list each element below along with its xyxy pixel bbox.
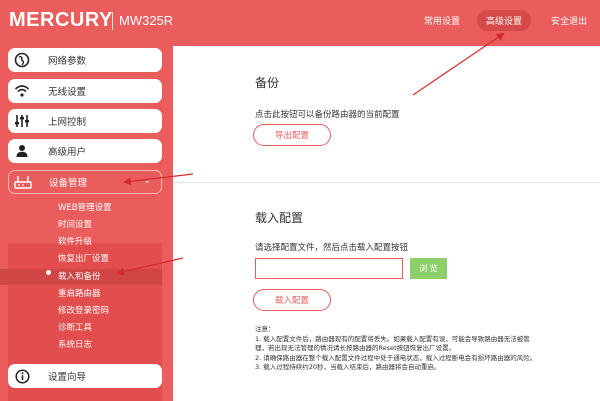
sidebar-item-label: 无线设置 [48,87,87,98]
notes-block: 注意： 1. 载入配置文件后，路由器现有的配置将丢失。如果载入配置有误，可能会导… [255,325,595,373]
nav-logout[interactable]: 安全退出 [551,14,587,27]
sidebar: 网络参数 无线设置 上网控制 高级用户 设备管理 ⌄ WEB管理设置 时间设置 … [0,46,172,401]
sidebar-item-label: 设置向导 [48,372,87,383]
router-icon [9,170,37,194]
notes-line: 3. 载入过程持续约20秒，当载入结束后，路由器将会自动重启。 [255,363,441,372]
top-bar: MERCURY MW325R 常用设置 高级设置 安全退出 [0,0,600,44]
chevron-down-icon: ⌄ [143,176,151,186]
sidebar-item-label: 高级用户 [48,147,87,158]
submenu-diagnostics[interactable]: 诊断工具 [58,321,92,333]
restore-description: 请选择配置文件，然后点击载入配置按钮 [255,243,409,253]
submenu-backup-restore[interactable]: 载入和备份 [58,270,101,282]
sliders-icon [8,109,36,133]
config-file-input[interactable] [255,258,403,279]
brand-logo: MERCURY [9,9,113,31]
nav-advanced-settings[interactable]: 高级设置 [477,10,532,31]
nav-common-settings[interactable]: 常用设置 [424,14,460,27]
export-config-button[interactable]: 导出配置 [253,124,331,146]
backup-description: 点击此按钮可以备份路由器的当前配置 [255,110,400,120]
load-config-button[interactable]: 载入配置 [253,289,331,311]
globe-icon [8,48,36,72]
wifi-icon [8,79,36,103]
submenu-factory-reset[interactable]: 恢复出厂设置 [58,252,109,264]
notes-heading: 注意： [255,325,275,333]
model-name: MW325R [119,13,174,28]
submenu-firmware-upgrade[interactable]: 软件升级 [58,235,92,247]
sidebar-item-setup-wizard[interactable]: 设置向导 [8,364,162,388]
info-icon [8,364,36,388]
submenu-system-log[interactable]: 系统日志 [58,338,92,350]
submenu-web-management[interactable]: WEB管理设置 [58,201,112,213]
submenu-change-password[interactable]: 修改登录密码 [58,304,109,316]
sidebar-item-advanced-user[interactable]: 高级用户 [8,139,162,163]
sidebar-item-label: 上网控制 [48,117,87,128]
notes-line: 2. 请确保路由器在整个载入配置文件过程中处于通电状态，载入过程断电会有损坏路由… [255,353,537,362]
sidebar-item-device-management[interactable]: 设备管理 ⌄ [8,170,162,194]
active-bullet-icon [46,270,51,275]
sidebar-item-access-control[interactable]: 上网控制 [8,109,162,133]
sidebar-item-label: 设备管理 [49,178,88,189]
submenu-time-settings[interactable]: 时间设置 [58,218,92,230]
user-icon [8,139,36,163]
section-divider [173,182,600,183]
sidebar-item-network[interactable]: 网络参数 [8,48,162,72]
logo-divider [112,12,113,30]
sidebar-item-label: 网络参数 [48,56,87,67]
backup-title: 备份 [255,76,280,90]
sidebar-item-wireless[interactable]: 无线设置 [8,79,162,103]
submenu-reboot[interactable]: 重启路由器 [58,287,101,299]
restore-title: 载入配置 [255,211,304,225]
notes-line: 1. 载入配置文件后，路由器现有的配置将丢失。如果载入配置有误，可能会导致路由器… [255,334,530,343]
notes-line: 理，若出现无法管理的情况请长按路由器的Reset按钮恢复出厂设置。 [255,344,456,353]
main-content: 备份 点击此按钮可以备份路由器的当前配置 导出配置 载入配置 请选择配置文件，然… [173,46,600,401]
browse-button[interactable]: 浏 览 [410,258,447,279]
